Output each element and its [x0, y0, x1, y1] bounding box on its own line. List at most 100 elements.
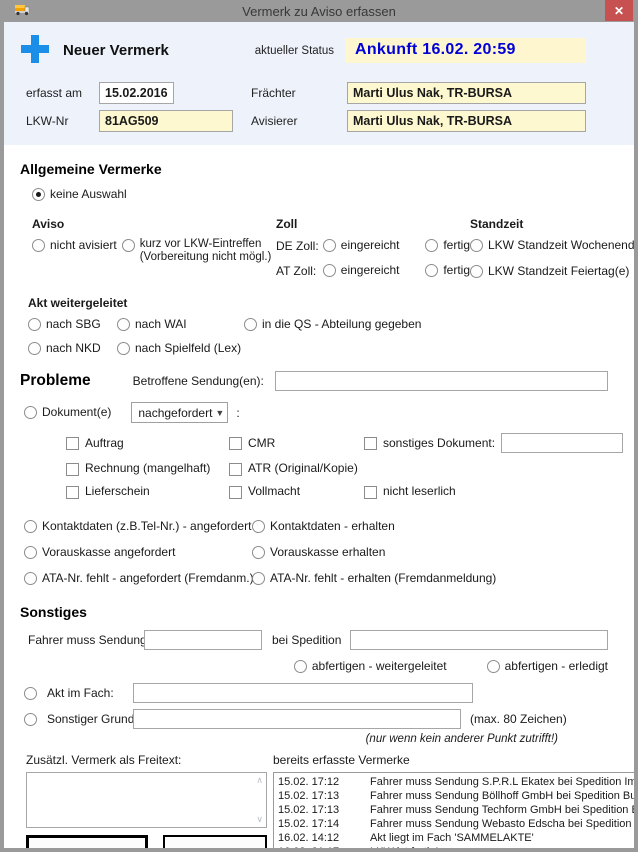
truck-icon	[14, 3, 31, 19]
radio-abfertigen-weitergeleitet[interactable]: abfertigen - weitergeleitet	[294, 659, 447, 674]
checkbox-cmr[interactable]: CMR	[229, 433, 364, 453]
betroffene-sendungen-input[interactable]	[275, 371, 608, 391]
radio-standzeit-feiertag[interactable]: LKW Standzeit Feiertag(e)	[470, 264, 629, 279]
group-zoll: Zoll DE Zoll: eingereicht fertig AT Zoll…	[276, 217, 470, 290]
list-item[interactable]: 15.02. 17:12Fahrer muss Sendung S.P.R.L …	[274, 775, 638, 789]
sonstiger-grund-input[interactable]	[133, 709, 461, 729]
checkbox-sonstiges-dokument[interactable]: sonstiges Dokument:	[364, 436, 495, 451]
avisierer-field[interactable]: Marti Ulus Nak, TR-BURSA	[347, 110, 586, 132]
radio-nach-nkd[interactable]: nach NKD	[28, 341, 117, 356]
betroffene-sendungen-label: Betroffene Sendung(en):	[133, 374, 264, 388]
chevron-down-icon: ▼	[212, 408, 227, 418]
bei-spedition-label: bei Spedition	[272, 633, 341, 648]
checkbox-atr[interactable]: ATR (Original/Kopie)	[229, 461, 364, 476]
dialog-window: Vermerk zu Aviso erfassen ✕ Neuer Vermer…	[0, 0, 638, 852]
list-item[interactable]: 16.02. 21:17LKW ist fertig!	[274, 845, 638, 852]
radio-icon	[24, 406, 37, 419]
radio-dokumente[interactable]: Dokument(e)	[24, 405, 111, 420]
radio-icon	[425, 239, 438, 252]
de-zoll-label: DE Zoll:	[276, 239, 323, 253]
section-probleme: Probleme	[20, 372, 91, 390]
radio-icon	[28, 342, 41, 355]
radio-icon	[24, 687, 37, 700]
list-item[interactable]: 16.02. 14:12Akt liegt im Fach 'SAMMELAKT…	[274, 831, 638, 845]
checkbox-icon	[66, 463, 79, 476]
dokumente-status-dropdown[interactable]: nachgefordert ▼	[131, 402, 228, 423]
group-aviso: Aviso nicht avisiert kurz vor LKW-Eintre…	[32, 217, 276, 290]
radio-icon	[24, 546, 37, 559]
radio-icon	[252, 572, 265, 585]
radio-nach-sbg[interactable]: nach SBG	[28, 317, 117, 332]
chevron-down-icon[interactable]: ∨	[256, 815, 263, 824]
radio-akt-im-fach[interactable]: Akt im Fach:	[24, 686, 133, 701]
chevron-up-icon[interactable]: ∧	[256, 776, 263, 785]
footer: Zusätzl. Vermerk als Freitext: ∧ ∨ OK Ab…	[4, 753, 634, 852]
radio-icon	[117, 342, 130, 355]
radio-kontaktdaten-angefordert[interactable]: Kontaktdaten (z.B.Tel-Nr.) - angefordert	[24, 519, 252, 534]
checkbox-lieferschein[interactable]: Lieferschein	[66, 484, 229, 499]
radio-icon	[252, 546, 265, 559]
list-item[interactable]: 15.02. 17:14Fahrer muss Sendung Webasto …	[274, 817, 638, 831]
radio-icon	[252, 520, 265, 533]
radio-icon	[470, 239, 483, 252]
radio-sonstiger-grund[interactable]: Sonstiger Grund:	[24, 712, 133, 727]
radio-icon	[470, 265, 483, 278]
radio-qs-abteilung[interactable]: in die QS - Abteilung gegeben	[244, 317, 421, 332]
list-item[interactable]: 15.02. 17:13Fahrer muss Sendung Böllhoff…	[274, 789, 638, 803]
checkbox-rechnung[interactable]: Rechnung (mangelhaft)	[66, 461, 229, 476]
radio-icon	[122, 239, 135, 252]
list-item[interactable]: 15.02. 17:13Fahrer muss Sendung Techform…	[274, 803, 638, 817]
radio-nicht-avisiert[interactable]: nicht avisiert	[32, 238, 117, 264]
radio-at-zoll-fertig[interactable]: fertig	[425, 263, 470, 278]
bei-spedition-input[interactable]	[350, 630, 608, 650]
checkbox-vollmacht[interactable]: Vollmacht	[229, 484, 364, 499]
radio-keine-auswahl[interactable]: keine Auswahl	[32, 187, 127, 202]
freitext-textarea[interactable]: ∧ ∨	[26, 772, 267, 828]
radio-de-zoll-fertig[interactable]: fertig	[425, 238, 470, 253]
checkbox-icon	[66, 486, 79, 499]
erfasst-am-field[interactable]: 15.02.2016	[99, 82, 174, 104]
radio-nach-wai[interactable]: nach WAI	[117, 317, 244, 332]
fahrer-sendung-input[interactable]	[144, 630, 262, 650]
radio-icon	[323, 239, 336, 252]
radio-kontaktdaten-erhalten[interactable]: Kontaktdaten - erhalten	[252, 519, 608, 534]
max-zeichen-label: (max. 80 Zeichen)	[470, 712, 567, 726]
radio-icon	[294, 660, 307, 673]
checkbox-auftrag[interactable]: Auftrag	[66, 433, 229, 453]
titlebar: Vermerk zu Aviso erfassen ✕	[4, 0, 634, 22]
radio-standzeit-wochenende[interactable]: LKW Standzeit Wochenende	[470, 238, 638, 253]
status-value: Ankunft 16.02. 20:59	[345, 38, 586, 63]
ok-button[interactable]: OK	[26, 835, 148, 852]
radio-de-zoll-eingereicht[interactable]: eingereicht	[323, 238, 426, 253]
fraechter-label: Frächter	[251, 86, 347, 100]
vermerke-listbox: 15.02. 17:12Fahrer muss Sendung S.P.R.L …	[273, 772, 638, 852]
header-panel: Neuer Vermerk aktueller Status Ankunft 1…	[4, 22, 634, 145]
abbruch-button[interactable]: Abbruch	[163, 835, 267, 852]
akt-im-fach-input[interactable]	[133, 683, 473, 703]
radio-icon	[24, 520, 37, 533]
erfasst-am-label: erfasst am	[26, 86, 99, 100]
form-body: Allgemeine Vermerke keine Auswahl Aviso …	[4, 145, 634, 745]
radio-vorauskasse-erhalten[interactable]: Vorauskasse erhalten	[252, 545, 608, 560]
checkbox-icon	[229, 437, 242, 450]
sonstiges-dokument-input[interactable]	[501, 433, 623, 453]
checkbox-icon	[364, 486, 377, 499]
radio-kurz-vor-lkw-eintreffen[interactable]: kurz vor LKW-Eintreffen(Vorbereitung nic…	[122, 238, 272, 264]
radio-abfertigen-erledigt[interactable]: abfertigen - erledigt	[487, 659, 608, 674]
radio-at-zoll-eingereicht[interactable]: eingereicht	[323, 263, 426, 278]
radio-icon	[244, 318, 257, 331]
radio-ata-angefordert[interactable]: ATA-Nr. fehlt - angefordert (Fremdanm.)	[24, 571, 252, 586]
vermerke-label: bereits erfasste Vermerke	[273, 753, 638, 767]
avisierer-label: Avisierer	[251, 114, 347, 128]
lkw-nr-field[interactable]: 81AG509	[99, 110, 233, 132]
at-zoll-label: AT Zoll:	[276, 264, 323, 278]
fraechter-field[interactable]: Marti Ulus Nak, TR-BURSA	[347, 82, 586, 104]
standzeit-heading: Standzeit	[470, 217, 638, 231]
checkbox-icon	[66, 437, 79, 450]
close-icon[interactable]: ✕	[605, 0, 633, 21]
radio-nach-spielfeld[interactable]: nach Spielfeld (Lex)	[117, 341, 241, 356]
radio-vorauskasse-angefordert[interactable]: Vorauskasse angefordert	[24, 545, 252, 560]
radio-icon	[117, 318, 130, 331]
radio-ata-erhalten[interactable]: ATA-Nr. fehlt - erhalten (Fremdanmeldung…	[252, 571, 608, 586]
checkbox-nicht-leserlich[interactable]: nicht leserlich	[364, 484, 623, 499]
